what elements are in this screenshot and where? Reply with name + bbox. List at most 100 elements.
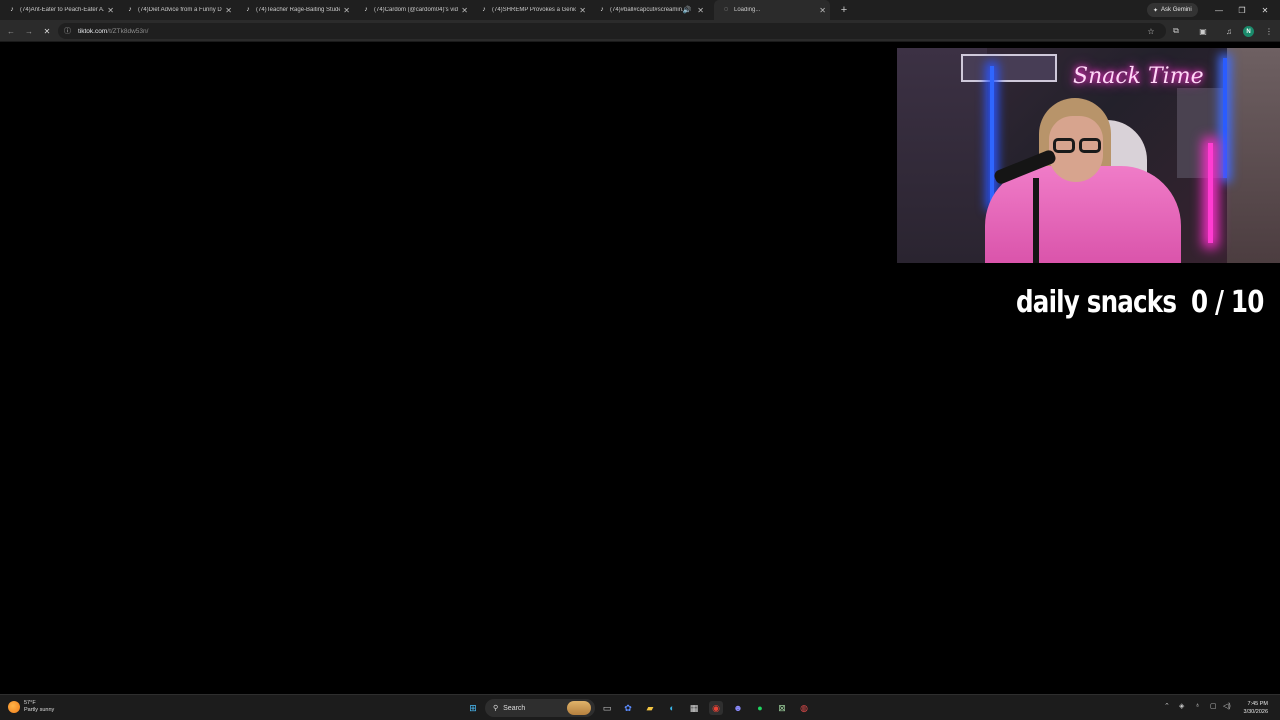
close-icon[interactable]: ✕ (107, 6, 114, 15)
glasses (1051, 138, 1103, 154)
tab-title: (74)Cardom (@cardom04)'s vid... (374, 7, 459, 13)
close-icon[interactable]: ✕ (579, 6, 586, 15)
close-icon[interactable]: ✕ (697, 6, 704, 15)
tab-2[interactable]: ♪ (74)Diet Advice from a Funny D... ✕ (118, 0, 236, 20)
weather-sun-icon (8, 701, 20, 713)
tiktok-favicon-icon: ♪ (482, 6, 486, 13)
copilot-button[interactable]: ✿ (621, 701, 635, 715)
edge-icon: ◐ (669, 703, 675, 713)
stop-button[interactable]: ✕ (40, 24, 54, 38)
url-path: /t/ZTk8dw53n/ (107, 27, 149, 35)
back-icon: ← (7, 26, 15, 36)
tiktok-favicon-icon: ♪ (600, 6, 604, 13)
webcam-shelf (961, 54, 1057, 82)
obs-button[interactable]: ◍ (797, 701, 811, 715)
tray-overflow-button[interactable]: ⌃ (1164, 702, 1170, 710)
task-view-button[interactable]: ▭ (600, 701, 614, 715)
bookmark-star-button[interactable]: ☆ (1144, 24, 1158, 38)
tiktok-favicon-icon: ♪ (246, 6, 250, 13)
tray-mic-button[interactable]: ♁ (1195, 702, 1200, 709)
side-panel-button[interactable]: ▣ (1196, 24, 1210, 38)
tray-app-button[interactable]: ◈ (1179, 702, 1184, 710)
tab-6[interactable]: ♪ (74)#ball#capcut#screamin... 🔊 ✕ (590, 0, 708, 20)
profile-avatar[interactable]: N (1243, 26, 1254, 37)
snack-counter: daily snacks 0 / 10 (1016, 285, 1264, 320)
tab-5[interactable]: ♪ (74)SHREMP Provokes a Genio... ✕ (472, 0, 590, 20)
weather-widget[interactable]: 57°F Partly sunny (8, 700, 54, 714)
search-label: Search (503, 704, 526, 712)
chevron-up-icon: ⌃ (1164, 703, 1170, 710)
minimize-button[interactable]: — (1208, 0, 1230, 20)
gemini-icon: ✦ (1153, 7, 1159, 14)
webcam-feed: Snack Time (897, 48, 1280, 263)
close-icon[interactable]: ✕ (225, 6, 232, 15)
media-icon: ♫ (1226, 26, 1232, 36)
xbox-icon: ⊠ (778, 702, 786, 713)
info-icon[interactable]: ⓘ (64, 26, 74, 36)
forward-button[interactable]: → (22, 24, 36, 38)
obs-icon: ◍ (800, 702, 808, 713)
edge-button[interactable]: ◐ (665, 701, 679, 715)
close-window-button[interactable]: ✕ (1254, 0, 1276, 20)
media-controls-button[interactable]: ♫ (1222, 24, 1236, 38)
xbox-button[interactable]: ⊠ (775, 701, 789, 715)
tab-4[interactable]: ♪ (74)Cardom (@cardom04)'s vid... ✕ (354, 0, 472, 20)
ask-gemini-button[interactable]: ✦ Ask Gemini (1147, 3, 1198, 17)
discord-button[interactable]: ☻ (731, 701, 745, 715)
task-view-icon: ▭ (602, 702, 612, 713)
store-button[interactable]: ▦ (687, 701, 701, 715)
clock-time: 7:45 PM (1247, 701, 1268, 707)
chrome-button[interactable]: ◉ (709, 701, 723, 715)
stop-icon: ✕ (43, 26, 51, 36)
webcam-background (1227, 48, 1280, 263)
url-domain: tiktok.com (78, 27, 108, 35)
close-icon[interactable]: ✕ (461, 6, 468, 15)
close-icon[interactable]: ✕ (819, 6, 826, 15)
tab-strip: ♪ (74)Ant-Eater to Peach-Eater A... ✕ ♪ … (0, 0, 1280, 20)
address-bar[interactable]: ⓘ tiktok.com/t/ZTk8dw53n/ (58, 23, 1166, 39)
restore-button[interactable]: ❐ (1231, 0, 1253, 20)
led-light (1208, 143, 1213, 243)
tiktok-favicon-icon: ♪ (128, 6, 132, 13)
windows-start-icon: ⊞ (469, 702, 477, 713)
loading-spinner-icon: ◌ (723, 6, 729, 13)
plus-icon: + (840, 4, 848, 16)
microphone-icon: ♁ (1195, 702, 1201, 709)
tray-volume-button[interactable]: ◁) (1223, 702, 1231, 710)
spotify-button[interactable]: ● (753, 701, 767, 715)
speaker-icon[interactable]: 🔊 (683, 6, 692, 14)
tab-7-active[interactable]: ◌ Loading... ✕ (714, 0, 830, 20)
taskbar-clock[interactable]: 7:45 PM 3/30/2026 (1236, 700, 1268, 716)
led-light (1223, 58, 1227, 178)
network-icon: ▢ (1210, 703, 1217, 710)
tab-title: (74)SHREMP Provokes a Genio... (492, 7, 577, 13)
file-explorer-button[interactable]: ▰ (643, 701, 657, 715)
tab-3[interactable]: ♪ (74)Teacher Rage-Baiting Stude... ✕ (236, 0, 354, 20)
weather-desc: Partly sunny (24, 707, 55, 713)
search-highlight-icon (567, 701, 591, 715)
browser-menu-button[interactable]: ⋮ (1262, 24, 1276, 38)
tab-title: (74)Teacher Rage-Baiting Stude... (256, 7, 341, 13)
star-icon: ☆ (1147, 26, 1155, 36)
search-icon: ⚲ (493, 705, 499, 712)
close-icon[interactable]: ✕ (343, 6, 350, 15)
clock-date: 3/30/2026 (1243, 709, 1268, 715)
windows-start-button[interactable]: ⊞ (466, 701, 480, 715)
file-explorer-icon: ▰ (646, 702, 654, 713)
tab-1[interactable]: ♪ (74)Ant-Eater to Peach-Eater A... ✕ (0, 0, 118, 20)
tiktok-favicon-icon: ♪ (364, 6, 368, 13)
webcam-shelf (1177, 88, 1223, 178)
volume-icon: ◁) (1223, 703, 1231, 710)
tab-title: (74)Diet Advice from a Funny D... (138, 7, 223, 13)
taskbar-search[interactable]: ⚲ Search (485, 699, 595, 717)
store-icon: ▦ (689, 702, 699, 713)
extensions-button[interactable]: ⧉ (1169, 24, 1183, 38)
tray-network-button[interactable]: ▢ (1210, 702, 1217, 710)
forward-icon: → (25, 26, 33, 36)
led-light (990, 66, 994, 206)
copilot-icon: ✿ (624, 702, 632, 713)
browser-toolbar: ← → ✕ ⓘ tiktok.com/t/ZTk8dw53n/ ☆ ⧉ ▣ ♫ (0, 20, 1280, 42)
new-tab-button[interactable]: + (836, 2, 852, 18)
side-panel-icon: ▣ (1199, 26, 1207, 36)
back-button[interactable]: ← (4, 24, 18, 38)
